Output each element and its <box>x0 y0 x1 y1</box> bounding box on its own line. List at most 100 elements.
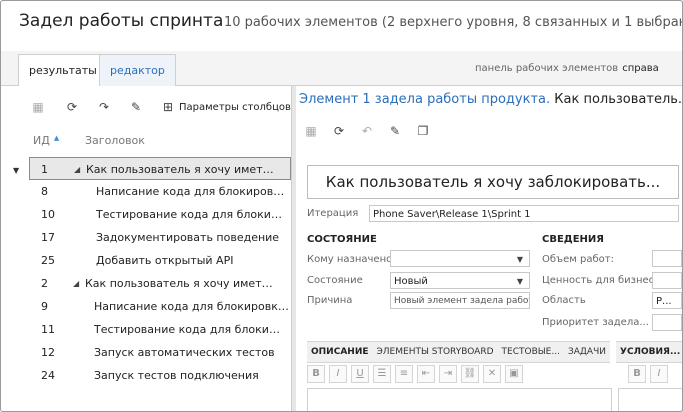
tab-results[interactable]: результаты <box>18 54 108 87</box>
underline-icon[interactable]: U <box>351 365 369 383</box>
work-item-title-field[interactable]: Как пользователь я хочу заблокировать... <box>307 165 679 199</box>
insert-image-icon[interactable]: ▣ <box>505 365 523 383</box>
results-list: 1 ◢ Как пользователь я хочу иметь... 8 На… <box>1 157 291 387</box>
collapse-icon[interactable]: ◢ <box>74 158 80 181</box>
row-title: Тестирование кода для блокировки... <box>94 323 284 336</box>
table-row[interactable]: 9 Написание кода для блокировки текста <box>1 295 291 318</box>
column-options-label: Параметры столбцов <box>179 101 291 113</box>
table-row[interactable]: 24 Запуск тестов подключения <box>1 364 291 387</box>
numbered-list-icon[interactable]: ≡ <box>395 365 413 383</box>
table-row[interactable]: 11 Тестирование кода для блокировки... <box>1 318 291 341</box>
chevron-down-icon: ▼ <box>516 277 523 286</box>
work-item-panel-setting[interactable]: панель рабочих элементов справа <box>475 63 659 74</box>
backlog-priority-field[interactable] <box>652 314 682 331</box>
row-id: 1 <box>41 163 48 176</box>
tab-acceptance-criteria[interactable]: УСЛОВИЯ... <box>616 341 682 363</box>
tab-tasks[interactable]: ЗАДАЧИ <box>568 347 606 357</box>
rich-text-toolbar: B I U ☰ ≡ ⇤ ⇥ ⛓ ✕ ▣ <box>307 364 610 384</box>
copy-icon[interactable]: ❐ <box>416 124 430 138</box>
pencil-icon[interactable]: ✎ <box>388 124 402 138</box>
work-item-count: 10 рабочих элементов (2 верхнего уровня,… <box>224 15 683 30</box>
insert-link-icon[interactable]: ⛓ <box>461 365 479 383</box>
reason-dropdown[interactable]: Новый элемент задела работы <box>390 292 530 309</box>
row-id: 11 <box>41 323 55 336</box>
iteration-field[interactable]: Phone Saver\Release 1\Sprint 1 <box>369 205 679 222</box>
remove-format-icon[interactable]: ✕ <box>483 365 501 383</box>
row-id: 12 <box>41 346 55 359</box>
effort-field[interactable] <box>652 250 682 267</box>
details-section-title: СВЕДЕНИЯ <box>542 234 604 245</box>
table-row[interactable]: 17 Задокументировать поведение <box>1 226 291 249</box>
state-dropdown[interactable]: Новый ▼ <box>390 272 530 289</box>
table-row[interactable]: 25 Добавить открытый API <box>1 249 291 272</box>
column-header-id[interactable]: ИД ▲ <box>33 134 59 147</box>
italic-icon[interactable]: I <box>329 365 347 383</box>
row-title: Написание кода для блокировки... <box>96 185 286 198</box>
column-options-button[interactable]: ⊞ Параметры столбцов <box>161 98 291 116</box>
save-icon[interactable]: ▦ <box>304 124 318 138</box>
results-pane: ▦ ⟳ ↷ ✎ ⊞ Параметры столбцов ИД ▲ Заголов… <box>1 86 291 411</box>
row-id: 25 <box>41 254 55 267</box>
edit-query-button[interactable]: ✎ <box>129 98 143 116</box>
refresh-icon[interactable]: ⟳ <box>332 124 346 138</box>
collapse-icon[interactable]: ◢ <box>73 272 79 295</box>
refresh-button[interactable]: ⟳ <box>65 98 79 116</box>
acceptance-criteria-editor[interactable] <box>618 388 682 411</box>
table-row[interactable]: 8 Написание кода для блокировки... <box>1 180 291 203</box>
work-item-toolbar: ▦ ⟳ ↶ ✎ ❐ <box>304 124 430 138</box>
chevron-down-icon: ▼ <box>516 255 523 264</box>
effort-label: Объем работ: <box>542 254 614 265</box>
table-row[interactable]: 10 Тестирование кода для блокировки... <box>1 203 291 226</box>
row-id: 9 <box>41 300 48 313</box>
pencil-icon: ✎ <box>130 100 142 114</box>
tab-editor[interactable]: редактор <box>99 54 176 86</box>
column-header-title[interactable]: Заголовок <box>85 134 145 147</box>
tab-description[interactable]: ОПИСАНИЕ <box>311 347 369 357</box>
state-value: Новый <box>394 276 428 287</box>
table-row[interactable]: 12 Запуск автоматических тестов <box>1 341 291 364</box>
columns-icon: ⊞ <box>162 100 174 114</box>
undo-icon[interactable]: ↶ <box>360 124 374 138</box>
expand-all-icon[interactable]: ▼ <box>13 166 19 175</box>
work-item-heading: Элемент 1 задела работы продукта. Как по… <box>299 92 682 107</box>
row-title: Как пользователь я хочу иметь... <box>85 277 275 290</box>
bold-icon[interactable]: B <box>307 365 325 383</box>
state-label: Состояние <box>307 275 363 286</box>
acceptance-toolbar: B I <box>628 364 680 384</box>
sort-ascending-icon: ▲ <box>53 134 60 142</box>
table-row[interactable]: 2 ◢ Как пользователь я хочу иметь... <box>1 272 291 295</box>
open-button[interactable]: ↷ <box>97 98 111 116</box>
work-item-link[interactable]: Элемент 1 задела работы продукта. <box>299 92 550 107</box>
work-item-panel-position[interactable]: справа <box>622 63 659 74</box>
work-item-heading-title: Как пользователь... <box>554 92 682 107</box>
business-value-label: Ценность для бизнеса <box>542 275 661 286</box>
reason-label: Причина <box>307 295 353 306</box>
tab-test-cases[interactable]: ТЕСТОВЫЕ... <box>502 347 560 357</box>
business-value-field[interactable] <box>652 272 682 289</box>
row-id: 10 <box>41 208 55 221</box>
tab-storyboards[interactable]: ЭЛЕМЕНТЫ STORYBOARD <box>377 347 494 357</box>
description-editor[interactable] <box>307 388 612 411</box>
italic-icon[interactable]: I <box>650 365 668 383</box>
table-row[interactable]: 1 ◢ Как пользователь я хочу иметь... <box>29 157 291 180</box>
row-id: 24 <box>41 369 55 382</box>
row-id: 8 <box>41 185 48 198</box>
row-title: Запуск автоматических тестов <box>94 346 275 359</box>
row-title: Написание кода для блокировки текста <box>94 300 290 313</box>
outdent-icon[interactable]: ⇤ <box>417 365 435 383</box>
state-section-title: СОСТОЯНИЕ <box>307 234 377 245</box>
work-item-panel-label: панель рабочих элементов <box>475 63 619 74</box>
area-field[interactable]: Р... <box>652 292 682 309</box>
row-title: Как пользователь я хочу иметь... <box>86 163 276 176</box>
indent-icon[interactable]: ⇥ <box>439 365 457 383</box>
bullet-list-icon[interactable]: ☰ <box>373 365 391 383</box>
refresh-icon: ⟳ <box>66 100 78 114</box>
row-title: Задокументировать поведение <box>96 231 280 244</box>
row-title: Запуск тестов подключения <box>94 369 259 382</box>
save-results-button[interactable]: ▦ <box>31 98 45 116</box>
row-title: Добавить открытый API <box>96 254 234 267</box>
column-id-label: ИД <box>33 134 50 147</box>
assigned-to-dropdown[interactable]: ▼ <box>390 250 530 267</box>
page-title: Задел работы спринта <box>19 11 224 31</box>
bold-icon[interactable]: B <box>628 365 646 383</box>
